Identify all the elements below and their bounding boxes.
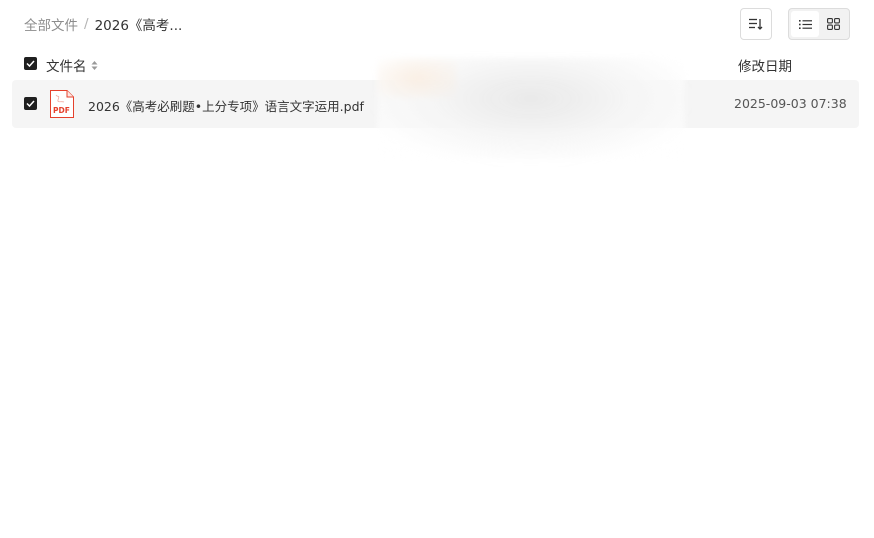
pdf-label: PDF [53, 106, 70, 115]
file-name[interactable]: 2026《高考必刷题•上分专项》语言文字运用.pdf [88, 96, 364, 115]
checkmark-icon [26, 100, 35, 107]
row-checkbox[interactable] [24, 97, 37, 110]
column-header-date[interactable]: 修改日期 [738, 55, 792, 75]
checkmark-icon [26, 60, 35, 67]
list-view-button[interactable] [791, 11, 819, 37]
select-all-checkbox[interactable] [24, 57, 37, 70]
column-header-name[interactable]: 文件名 [46, 55, 98, 75]
sort-toggle-icon[interactable] [91, 60, 98, 71]
breadcrumb-separator: / [84, 16, 89, 32]
grid-view-button[interactable] [819, 11, 847, 37]
breadcrumb-current-folder: 2026《高考... [94, 18, 183, 34]
list-view-icon [798, 19, 812, 29]
view-toggle [788, 8, 850, 40]
sort-button[interactable] [740, 8, 772, 40]
grid-view-icon [826, 18, 840, 30]
column-header-name-label: 文件名 [46, 59, 87, 75]
breadcrumb: 全部文件 / 2026《高考... [24, 14, 183, 34]
file-modified-date: 2025-09-03 07:38 [734, 96, 847, 111]
sort-list-icon [749, 18, 763, 30]
pdf-file-icon: PDF [50, 90, 74, 118]
breadcrumb-root-link[interactable]: 全部文件 [24, 14, 78, 34]
blurred-overlay [377, 58, 685, 160]
